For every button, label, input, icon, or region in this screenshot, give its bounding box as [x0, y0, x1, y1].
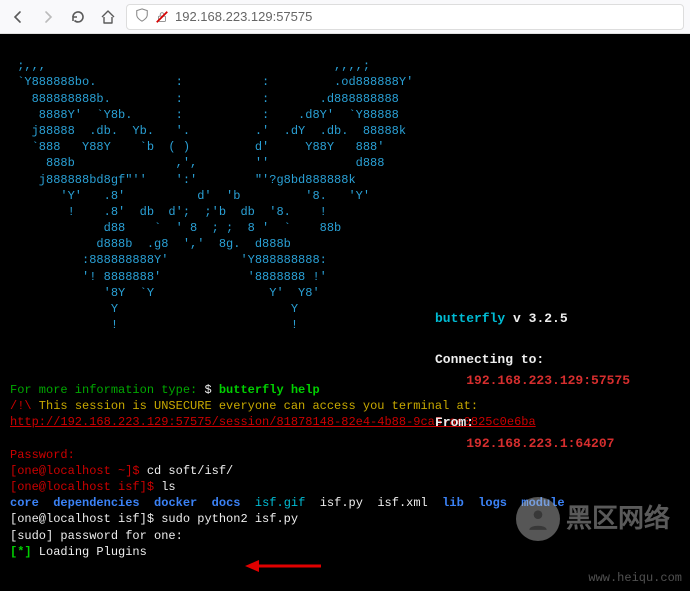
annotation-arrow-icon [243, 556, 323, 576]
home-button[interactable] [96, 5, 120, 29]
shell-prompt: [one@localhost ~]$ [10, 464, 147, 478]
watermark-text: 黑区网络 [566, 501, 670, 536]
forward-button[interactable] [36, 5, 60, 29]
browser-toolbar: 192.168.223.129:57575 [0, 0, 690, 34]
shield-icon [135, 8, 149, 25]
ls-output: core dependencies docker docs isf.gif is… [10, 496, 565, 510]
watermark-url: www.heiqu.com [588, 570, 682, 586]
connecting-label: Connecting to: [435, 352, 544, 367]
ascii-butterfly: ;,,, ,,,,; `Y888888bo. : : .od888888Y' 8… [10, 59, 413, 332]
insecure-lock-icon [155, 10, 169, 24]
url-bar[interactable]: 192.168.223.129:57575 [126, 4, 684, 30]
from-address: 192.168.223.1:64207 [466, 436, 614, 451]
sudo-password-prompt: [sudo] password for one: [10, 529, 183, 543]
unsecure-warning-prefix: /!\ [10, 399, 32, 413]
shell-command: sudo python2 isf.py [161, 512, 298, 526]
shell-command: ls [161, 480, 175, 494]
from-label: From: [435, 415, 474, 430]
url-text: 192.168.223.129:57575 [175, 9, 312, 24]
back-button[interactable] [6, 5, 30, 29]
shell-prompt: [one@localhost isf]$ [10, 512, 161, 526]
unsecure-warning: This session is UNSECURE everyone can ac… [32, 399, 478, 413]
shell-command: cd soft/isf/ [147, 464, 233, 478]
app-name: butterfly [435, 311, 505, 326]
loading-plugins: Loading Plugins [32, 545, 147, 559]
reload-button[interactable] [66, 5, 90, 29]
app-version: 3.2.5 [529, 311, 568, 326]
connecting-address: 192.168.223.129:57575 [466, 373, 630, 388]
password-label: Password: [10, 448, 75, 462]
load-prefix: [*] [10, 545, 32, 559]
shell-prompt: [one@localhost isf]$ [10, 480, 161, 494]
info-line: For more information type: [10, 383, 204, 397]
butterfly-info-panel: butterfly v 3.2.5 Connecting to: 192.168… [435, 288, 630, 454]
terminal[interactable]: ;,,, ,,,,; `Y888888bo. : : .od888888Y' 8… [0, 34, 690, 591]
help-command: butterfly help [219, 383, 320, 397]
